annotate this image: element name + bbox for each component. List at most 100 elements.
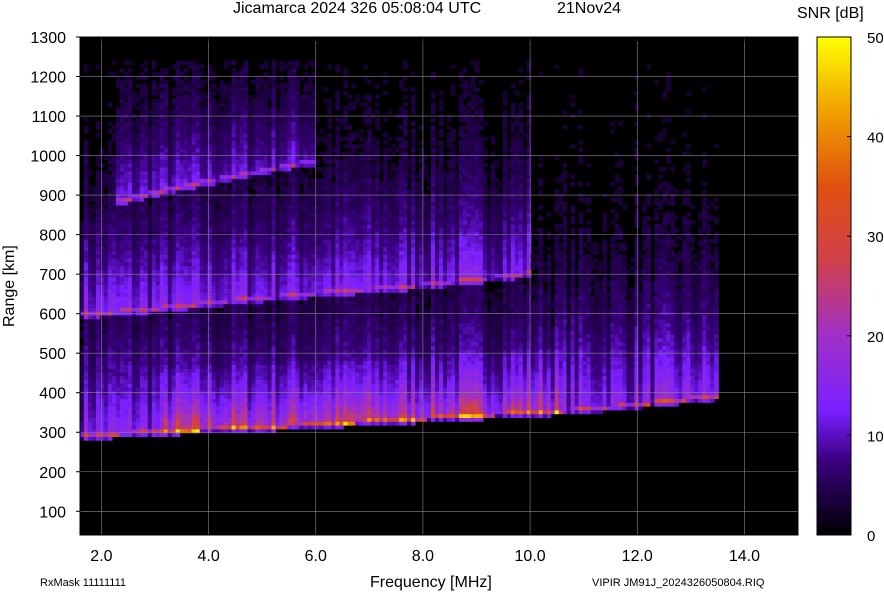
heatmap-cell <box>103 155 109 160</box>
heatmap-cell <box>92 368 97 373</box>
heatmap-cell <box>127 432 133 437</box>
heatmap-cell <box>107 250 113 255</box>
heatmap-cell <box>135 318 141 324</box>
heatmap-cell <box>287 288 292 293</box>
heatmap-cell <box>295 394 300 399</box>
heatmap-cell <box>80 406 85 411</box>
heatmap-cell <box>151 311 157 316</box>
heatmap-cell <box>151 91 157 96</box>
heatmap-cell <box>283 201 288 206</box>
heatmap-cell <box>219 375 225 380</box>
heatmap-cell <box>92 208 97 214</box>
heatmap-cell <box>207 174 213 179</box>
heatmap-cell <box>283 121 288 126</box>
heatmap-cell <box>175 333 181 339</box>
heatmap-cell <box>163 314 169 320</box>
heatmap-cell <box>175 204 181 210</box>
heatmap-cell <box>247 167 253 172</box>
heatmap-cell <box>199 421 205 426</box>
heatmap-cell <box>271 136 277 141</box>
heatmap-cell <box>151 204 157 210</box>
heatmap-cell <box>155 314 161 320</box>
heatmap-cell <box>299 292 304 297</box>
heatmap-cell <box>111 174 117 179</box>
heatmap-cell <box>155 417 161 422</box>
heatmap-cell <box>271 242 277 248</box>
heatmap-cell <box>251 227 257 233</box>
heatmap-cell <box>223 64 229 69</box>
heatmap-cell <box>123 129 129 134</box>
heatmap-cell <box>263 83 269 88</box>
heatmap-cell <box>207 265 213 270</box>
heatmap-cell <box>103 265 109 270</box>
heatmap-cell <box>175 208 181 214</box>
heatmap-cell <box>259 64 265 69</box>
heatmap-cell <box>195 246 201 251</box>
heatmap-cell <box>215 144 221 149</box>
heatmap-cell <box>123 318 129 324</box>
heatmap-cell <box>251 163 257 168</box>
heatmap-cell <box>147 148 153 153</box>
heatmap-cell <box>247 356 253 362</box>
heatmap-cell <box>263 364 269 369</box>
heatmap-cell <box>139 364 145 369</box>
heatmap-cell <box>88 417 93 422</box>
heatmap-cell <box>135 379 141 384</box>
heatmap-cell <box>111 280 117 286</box>
heatmap-cell <box>163 208 169 214</box>
heatmap-cell <box>295 235 300 240</box>
heatmap-cell <box>111 284 117 289</box>
heatmap-cell <box>227 417 233 422</box>
heatmap-cell <box>279 379 284 384</box>
heatmap-cell <box>235 269 241 274</box>
heatmap-cell <box>263 231 269 236</box>
heatmap-cell <box>80 402 85 407</box>
heatmap-cell <box>88 170 93 176</box>
heatmap-cell <box>115 129 121 134</box>
heatmap-cell <box>183 94 189 100</box>
heatmap-cell <box>223 307 229 312</box>
heatmap-cell <box>135 337 141 343</box>
heatmap-cell <box>119 201 125 206</box>
heatmap-cell <box>243 398 249 403</box>
heatmap-cell <box>235 280 241 286</box>
heatmap-cell <box>207 155 213 160</box>
heatmap-cell <box>211 314 217 320</box>
heatmap-cell <box>291 178 296 183</box>
heatmap-cell <box>115 246 121 251</box>
heatmap-cell <box>223 242 229 248</box>
heatmap-cell <box>127 60 133 66</box>
heatmap-cell <box>219 110 225 115</box>
heatmap-cell <box>299 148 304 153</box>
heatmap-cell <box>183 121 189 126</box>
heatmap-cell <box>151 246 157 251</box>
heatmap-cell <box>147 216 153 221</box>
heatmap-cell <box>187 163 193 168</box>
heatmap-cell <box>191 83 197 88</box>
heatmap-cell <box>243 212 249 217</box>
heatmap-cell <box>195 185 201 191</box>
heatmap-cell <box>299 413 304 418</box>
heatmap-cell <box>219 296 225 301</box>
heatmap-cell <box>263 398 269 403</box>
heatmap-cell <box>223 208 229 214</box>
heatmap-cell <box>107 333 113 339</box>
heatmap-cell <box>287 254 292 259</box>
heatmap-cell <box>103 368 109 373</box>
heatmap-cell <box>259 242 265 248</box>
heatmap-cell <box>219 314 225 320</box>
heatmap-cell <box>115 208 121 214</box>
heatmap-cell <box>299 204 304 210</box>
heatmap-cell <box>295 383 300 388</box>
heatmap-cell <box>251 375 257 380</box>
heatmap-cell <box>295 299 300 305</box>
heatmap-cell <box>187 413 193 418</box>
heatmap-cell <box>171 258 177 263</box>
heatmap-cell <box>299 356 304 362</box>
heatmap-cell <box>251 155 257 160</box>
heatmap-cell <box>299 155 304 160</box>
heatmap-cell <box>84 375 89 380</box>
heatmap-cell <box>207 269 213 274</box>
heatmap-cell <box>207 117 213 122</box>
heatmap-cell <box>99 402 105 407</box>
